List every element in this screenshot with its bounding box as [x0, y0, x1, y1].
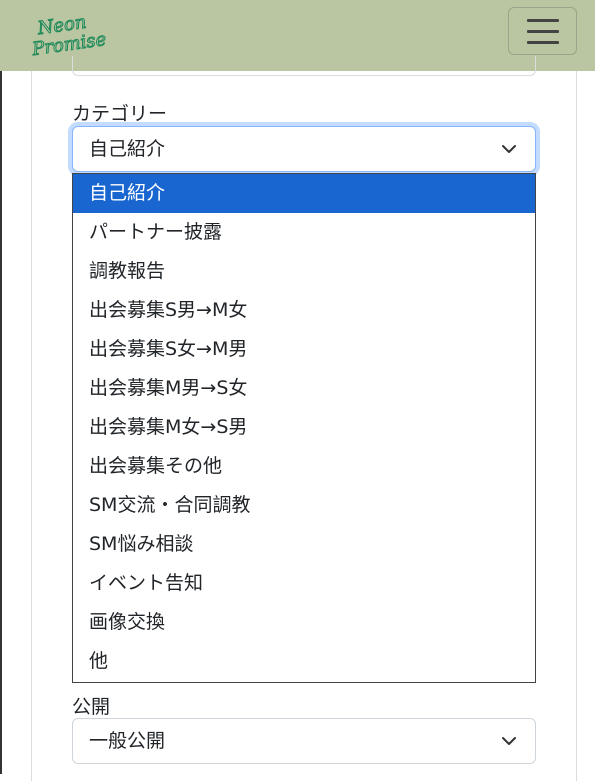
- category-option[interactable]: パートナー披露: [73, 213, 535, 252]
- category-option[interactable]: SM悩み相談: [73, 525, 535, 564]
- menu-toggle-button[interactable]: [508, 7, 577, 55]
- category-dropdown-list: 自己紹介 パートナー披露 調教報告 出会募集S男→M女 出会募集S女→M男 出会…: [72, 173, 536, 683]
- chevron-down-icon: [502, 145, 516, 153]
- category-option[interactable]: 自己紹介: [73, 174, 535, 213]
- visibility-select-value: 一般公開: [89, 730, 166, 752]
- category-option[interactable]: 出会募集その他: [73, 447, 535, 486]
- category-option[interactable]: 他: [73, 642, 535, 681]
- category-option[interactable]: 画像交換: [73, 603, 535, 642]
- category-option[interactable]: 出会募集M男→S女: [73, 369, 535, 408]
- category-option[interactable]: SM交流・合同調教: [73, 486, 535, 525]
- previous-input-field[interactable]: [72, 56, 536, 76]
- window-edge: [0, 0, 2, 774]
- category-select-value: 自己紹介: [89, 138, 166, 160]
- hamburger-icon: [527, 19, 559, 22]
- chevron-down-icon: [502, 737, 516, 745]
- category-option[interactable]: 出会募集M女→S男: [73, 408, 535, 447]
- category-option[interactable]: イベント告知: [73, 564, 535, 603]
- site-logo[interactable]: Neon Promise: [30, 8, 108, 58]
- visibility-select[interactable]: 一般公開: [72, 718, 536, 764]
- category-option[interactable]: 出会募集S男→M女: [73, 291, 535, 330]
- category-label: カテゴリー: [72, 103, 168, 125]
- category-option[interactable]: 出会募集S女→M男: [73, 330, 535, 369]
- category-select[interactable]: 自己紹介: [72, 126, 536, 172]
- category-option[interactable]: 調教報告: [73, 252, 535, 291]
- visibility-label: 公開: [72, 696, 111, 718]
